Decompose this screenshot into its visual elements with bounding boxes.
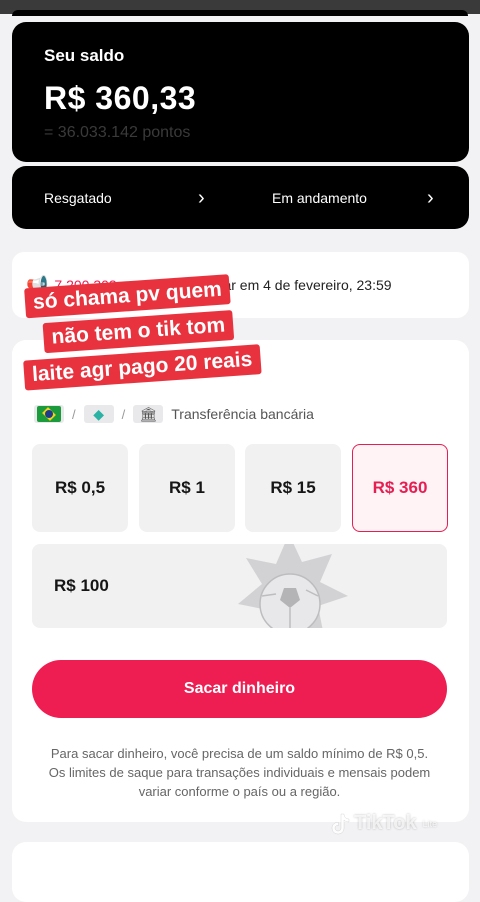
separator: / [72,406,76,422]
amount-label: R$ 1 [169,478,205,497]
bottom-card [12,842,469,902]
tiktok-watermark: TikTok Lite [330,812,437,835]
withdraw-note: Para sacar dinheiro, você precisa de um … [48,746,431,799]
brazil-flag-icon [37,406,61,422]
amount-label: R$ 15 [270,478,316,497]
status-card: Resgatado › Em andamento › [12,166,469,229]
redeemed-link[interactable]: Resgatado › [44,166,234,229]
watermark-text: TikTok [354,812,417,834]
payment-methods: / ◆ / 🏛 Transferência bancária [34,404,314,424]
amount-option-selected[interactable]: R$ 360 [352,444,448,532]
in-progress-link[interactable]: Em andamento › [272,166,452,229]
chevron-right-icon: › [427,186,434,209]
withdraw-button[interactable]: Sacar dinheiro [32,660,447,718]
top-edge [0,0,480,16]
redeemed-label: Resgatado [44,189,112,206]
amount-option[interactable]: R$ 1 [139,444,235,532]
method-pix[interactable]: ◆ [83,405,114,423]
caption-line: não tem o tik tom [42,309,235,354]
caption-sticker: só chama pv quem não tem o tik tom laite… [14,271,280,409]
bank-icon: 🏛 [139,405,158,422]
bank-transfer-label: Transferência bancária [171,406,314,422]
pix-icon: ◆ [93,405,105,422]
separator: / [121,406,126,422]
amount-option[interactable]: R$ 15 [245,444,341,532]
soccer-ball-icon [238,544,348,628]
balance-points: = 36.033.142 pontos [44,124,191,141]
watermark-sub: Lite [422,818,438,829]
balance-amount: R$ 360,33 [44,80,197,116]
amount-label: R$ 360 [372,478,428,497]
method-bank[interactable]: 🏛 [133,405,164,423]
amount-label: R$ 0,5 [54,478,106,497]
balance-label: Seu saldo [44,46,125,65]
tiktok-logo-icon [331,813,350,834]
withdraw-card: / ◆ / 🏛 Transferência bancária R$ 0,5 R$… [12,340,469,822]
amount-option[interactable]: R$ 0,5 [32,444,128,532]
amount-label: R$ 100 [54,576,109,595]
chevron-right-icon: › [198,186,205,209]
in-progress-label: Em andamento [272,189,367,206]
balance-card: Seu saldo R$ 360,33 = 36.033.142 pontos [12,22,469,162]
amount-option-100[interactable]: R$ 100 [32,544,447,628]
